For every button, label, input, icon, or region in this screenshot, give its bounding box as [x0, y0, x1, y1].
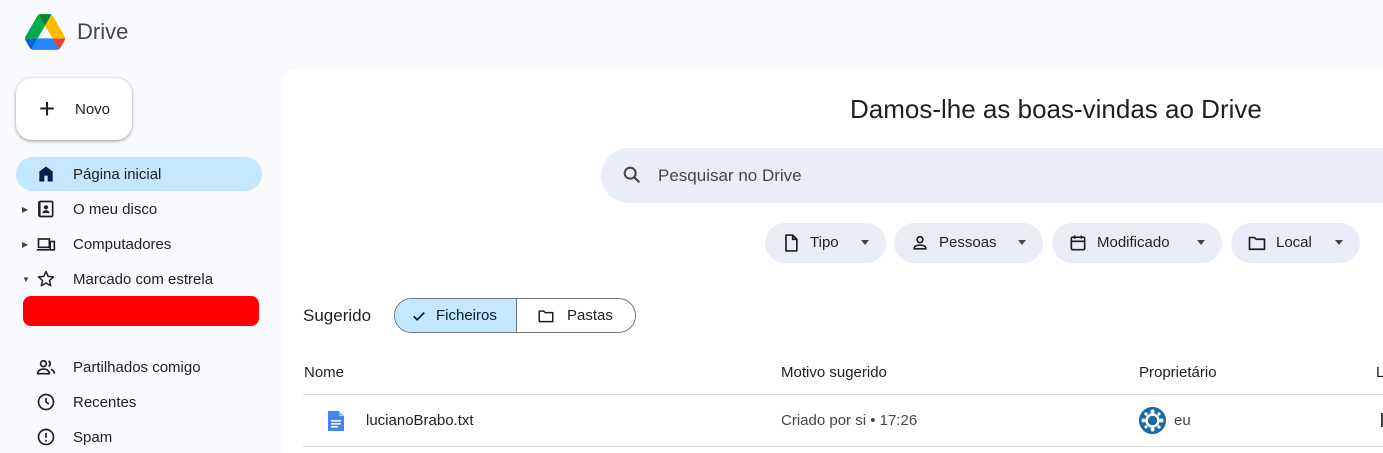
sidebar-item-label: Marcado com estrela [73, 270, 214, 288]
calendar-icon [1068, 233, 1088, 253]
column-header-owner[interactable]: Proprietário [1139, 364, 1217, 381]
sidebar-item-label: Página inicial [73, 165, 162, 183]
check-icon [410, 307, 428, 325]
filter-location-chip[interactable]: Local [1231, 223, 1360, 263]
expand-caret-icon[interactable]: ▶ [22, 205, 28, 214]
column-header-reason[interactable]: Motivo sugerido [781, 364, 887, 381]
file-name: lucianoBrabo.txt [366, 412, 474, 429]
suggested-reason: Criado por si • 17:26 [781, 412, 918, 429]
new-button-label: Novo [75, 100, 111, 118]
drive-logo[interactable]: Drive [25, 14, 128, 50]
expand-caret-icon[interactable]: ▶ [22, 240, 28, 249]
column-header-location[interactable]: L [1376, 364, 1383, 381]
filter-people-chip[interactable]: Pessoas [894, 223, 1043, 263]
table-row[interactable]: lucianoBrabo.txt Criado por si • 17:26 e… [303, 395, 1383, 446]
collapse-caret-icon[interactable]: ▼ [22, 275, 30, 284]
sidebar-item-spam[interactable]: Spam [16, 420, 262, 453]
sidebar-item-recent[interactable]: Recentes [16, 385, 262, 419]
files-toggle-label: Ficheiros [436, 307, 497, 324]
shared-people-icon [36, 357, 56, 377]
doc-file-icon [327, 411, 345, 431]
sidebar-item-my-drive[interactable]: ▶ O meu disco [16, 192, 262, 226]
divider [303, 446, 1383, 447]
google-drive-logo-icon [25, 14, 65, 50]
sidebar-item-starred[interactable]: ▼ Marcado com estrela [16, 262, 262, 296]
computers-icon [36, 234, 56, 254]
filter-label: Modificado [1097, 234, 1170, 251]
folder-icon [1247, 233, 1267, 253]
chevron-down-icon [1335, 240, 1343, 245]
page-title: Damos-lhe as boas-vindas ao Drive [850, 94, 1262, 124]
my-drive-icon [36, 199, 56, 219]
plus-icon: + [38, 93, 56, 124]
folders-toggle-label: Pastas [567, 307, 613, 324]
folders-toggle-button[interactable]: Pastas [517, 299, 635, 332]
person-icon [910, 233, 930, 253]
chevron-down-icon [861, 240, 869, 245]
filter-label: Local [1276, 234, 1312, 251]
redacted-item[interactable] [23, 296, 259, 326]
column-header-name[interactable]: Nome [304, 364, 344, 381]
files-folders-toggle: Ficheiros Pastas [394, 298, 636, 333]
search-input[interactable] [658, 162, 1358, 190]
spam-icon [36, 427, 56, 447]
home-icon [36, 164, 56, 184]
search-bar[interactable] [601, 148, 1383, 203]
chevron-down-icon [1018, 240, 1026, 245]
chevron-down-icon [1197, 240, 1205, 245]
filter-modified-chip[interactable]: Modificado [1052, 223, 1222, 263]
avatar [1139, 407, 1166, 434]
files-toggle-button[interactable]: Ficheiros [395, 299, 517, 332]
suggested-label: Sugerido [303, 306, 372, 325]
sidebar-item-label: Computadores [73, 235, 172, 253]
search-icon[interactable] [621, 164, 643, 186]
sidebar-item-label: O meu disco [73, 200, 158, 218]
owner-name: eu [1174, 412, 1191, 429]
sidebar-item-shared[interactable]: Partilhados comigo [16, 350, 262, 384]
filter-type-chip[interactable]: Tipo [765, 223, 886, 263]
sidebar-item-home[interactable]: Página inicial [16, 157, 262, 191]
file-icon [781, 233, 801, 253]
folder-icon [537, 307, 555, 325]
filter-label: Tipo [810, 234, 839, 251]
sidebar-item-label: Partilhados comigo [73, 358, 201, 376]
app-name: Drive [77, 19, 129, 44]
sidebar-item-label: Spam [73, 428, 113, 446]
new-button[interactable]: + Novo [16, 78, 132, 140]
sidebar-item-computers[interactable]: ▶ Computadores [16, 227, 262, 261]
clock-icon [36, 392, 56, 412]
filter-label: Pessoas [939, 234, 997, 251]
sidebar-item-label: Recentes [73, 393, 137, 411]
star-icon [36, 269, 56, 289]
